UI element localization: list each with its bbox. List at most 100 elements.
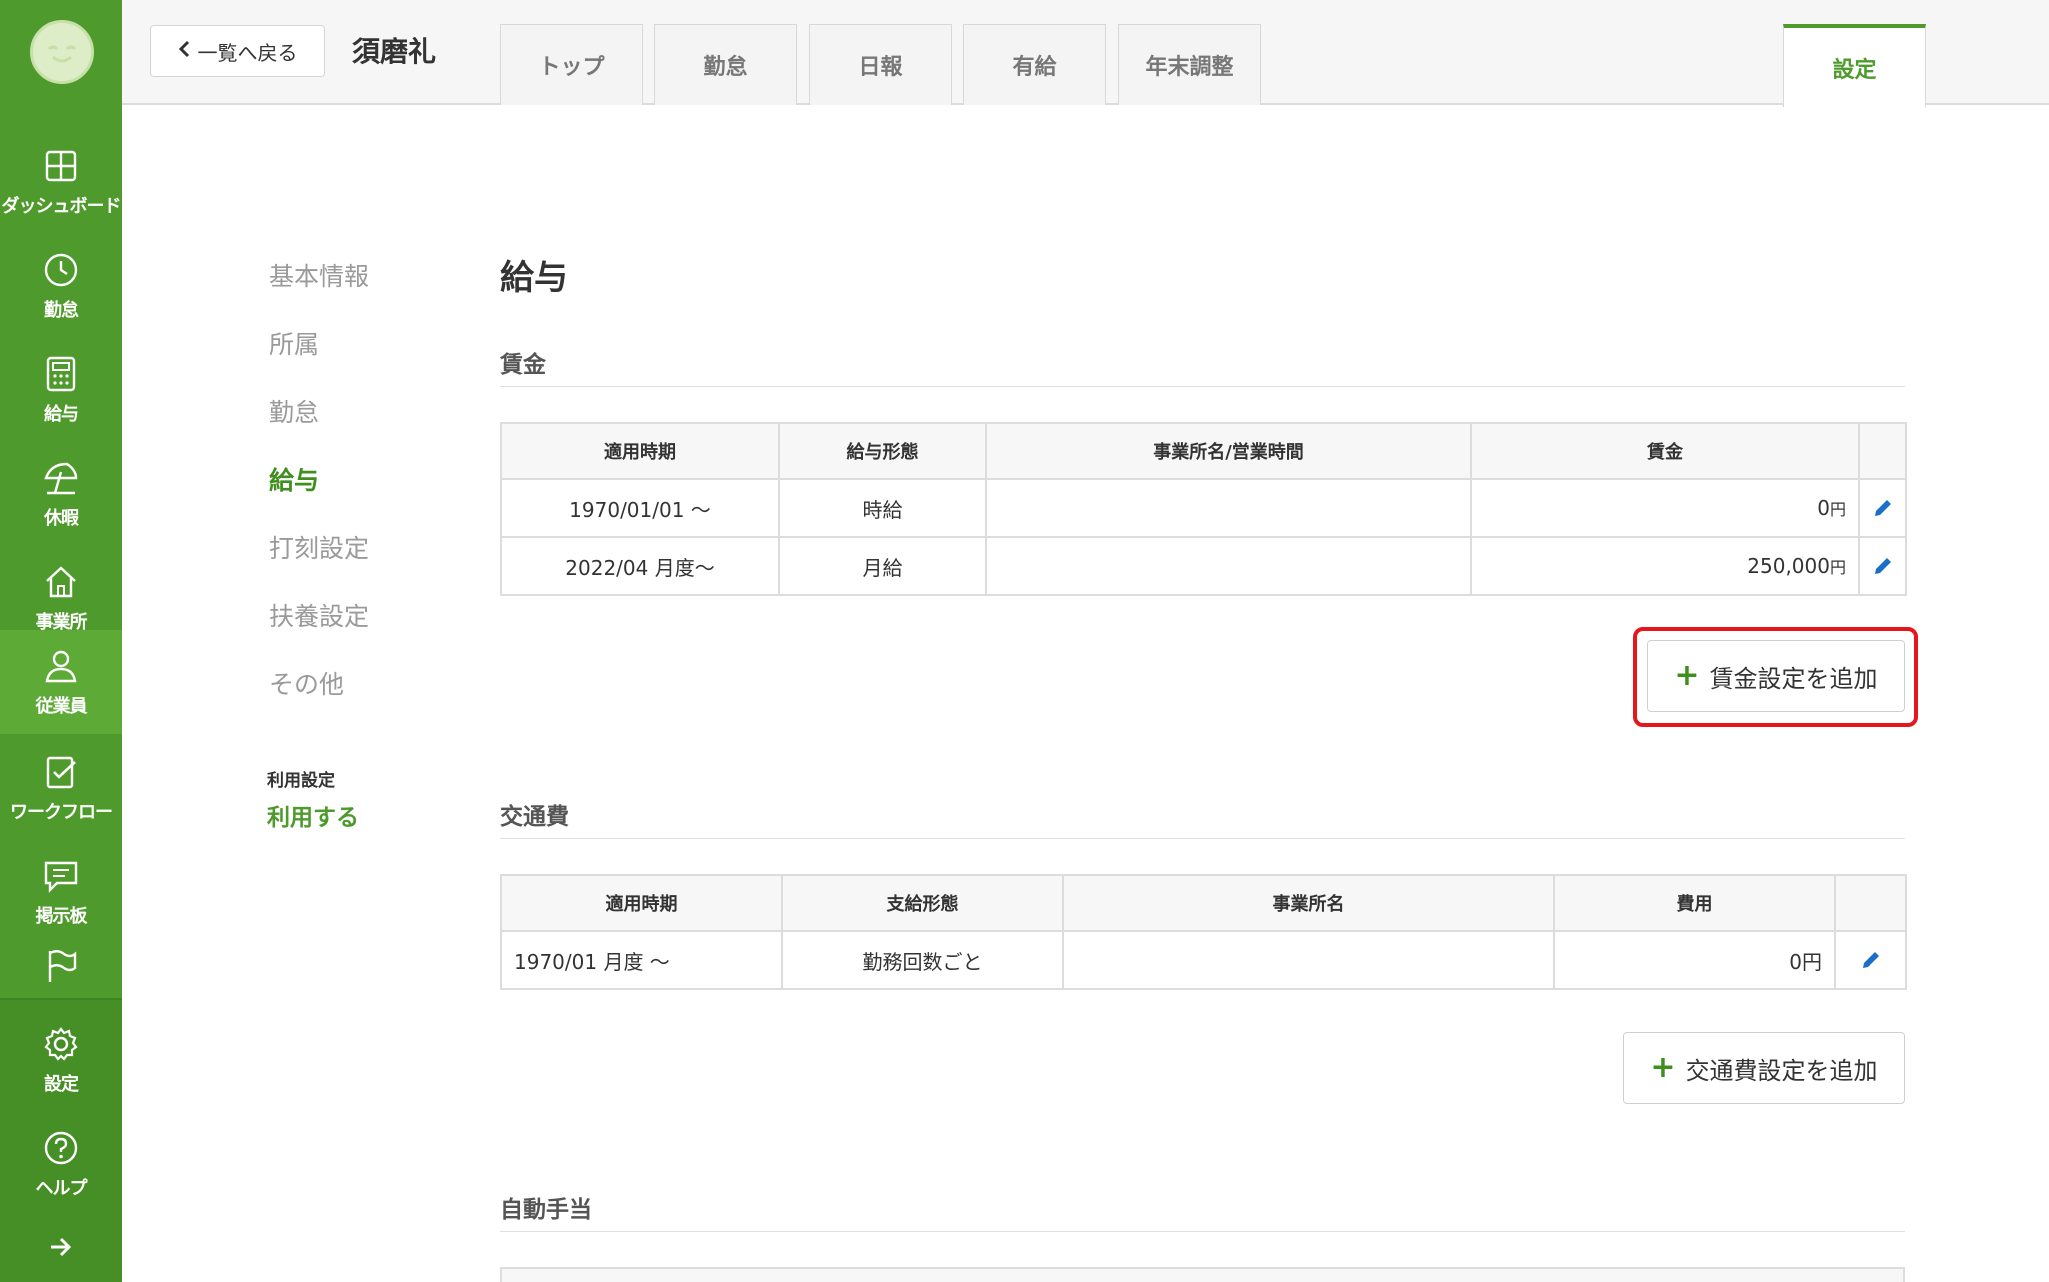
rail-item-leave[interactable]: 休暇 (0, 442, 122, 546)
amount-unit: 円 (1829, 500, 1846, 519)
rail-label: ダッシュボード (1, 196, 122, 217)
rail-item-workflow[interactable]: ワークフロー (0, 736, 122, 840)
chevron-left-icon (178, 39, 190, 63)
subnav-other[interactable]: その他 (269, 665, 344, 701)
amount-value: 0 (1817, 496, 1830, 520)
rail-item-payroll[interactable]: 給与 (0, 338, 122, 442)
employee-name: 須磨礼 (352, 35, 437, 68)
wage-table: 適用時期 給与形態 事業所名/営業時間 賃金 1970/01/01 〜 時給 0… (500, 422, 1907, 596)
usage-setting-label: 利用設定 (267, 771, 335, 791)
arrow-right-icon (41, 1227, 81, 1267)
calculator-icon (41, 354, 81, 394)
allowance-table-top (500, 1267, 1905, 1282)
house-icon (41, 562, 81, 602)
clock-icon (41, 250, 81, 290)
tab-paid-leave[interactable]: 有給 (963, 24, 1106, 105)
chat-icon (41, 856, 81, 896)
table-header-row: 適用時期 支給形態 事業所名 費用 (500, 874, 1907, 932)
page-title: 給与 (500, 258, 568, 298)
edit-cell (1858, 536, 1907, 596)
edit-pencil-icon[interactable] (1837, 949, 1904, 971)
clipboard-check-icon (41, 752, 81, 792)
column-header: 適用時期 (500, 874, 783, 932)
person-icon (41, 646, 81, 686)
rail-item-employees[interactable]: 従業員 (0, 630, 122, 734)
add-transport-setting-button[interactable]: + 交通費設定を追加 (1623, 1032, 1905, 1104)
transport-section-title: 交通費 (500, 804, 569, 830)
allowance-section-title: 自動手当 (500, 1197, 592, 1223)
office-cell (985, 478, 1472, 538)
add-transport-label: 交通費設定を追加 (1685, 1056, 1878, 1085)
table-row: 2022/04 月度〜 月給 250,000円 (500, 536, 1907, 596)
back-label: 一覧へ戻る (197, 40, 298, 65)
transport-table: 適用時期 支給形態 事業所名 費用 1970/01 月度 〜 勤務回数ごと 0円 (500, 874, 1907, 990)
edit-pencil-icon[interactable] (1861, 497, 1904, 519)
amount-value: 250,000 (1747, 554, 1830, 578)
wage-section-title: 賃金 (500, 352, 546, 378)
gear-icon (41, 1024, 81, 1064)
amount-cell: 0円 (1553, 930, 1836, 990)
edit-cell (1834, 930, 1907, 990)
tab-top[interactable]: トップ (500, 24, 643, 105)
column-header: 支給形態 (781, 874, 1064, 932)
column-header-actions (1834, 874, 1907, 932)
subnav-payroll[interactable]: 給与 (269, 461, 319, 497)
back-to-list-button[interactable]: 一覧へ戻る (150, 25, 325, 77)
dashboard-icon (41, 146, 81, 186)
rail-item-settings[interactable]: 設定 (0, 1008, 122, 1112)
help-icon (41, 1128, 81, 1168)
column-header: 費用 (1553, 874, 1836, 932)
amount-cell: 250,000円 (1470, 536, 1860, 596)
table-row: 1970/01 月度 〜 勤務回数ごと 0円 (500, 930, 1907, 990)
subnav-dependents[interactable]: 扶養設定 (269, 597, 369, 633)
subnav-attendance[interactable]: 勤怠 (269, 393, 319, 429)
tab-daily-report[interactable]: 日報 (809, 24, 952, 105)
subnav-affiliation[interactable]: 所属 (269, 325, 319, 361)
parasol-icon (41, 458, 81, 498)
subnav-basic-info[interactable]: 基本情報 (269, 257, 369, 293)
section-divider (500, 1231, 1905, 1232)
rail-item-dashboard[interactable]: ダッシュボード (0, 130, 122, 234)
column-header: 賃金 (1470, 422, 1860, 480)
highlight-box (1633, 627, 1918, 727)
rail-expand-button[interactable] (0, 1222, 122, 1272)
rail-label: 設定 (44, 1074, 79, 1095)
tab-year-end-adjustment[interactable]: 年末調整 (1118, 24, 1261, 105)
table-row: 1970/01/01 〜 時給 0円 (500, 478, 1907, 538)
rail-item-flag[interactable] (0, 936, 122, 996)
rail-label: ヘルプ (35, 1178, 88, 1199)
section-divider (500, 386, 1905, 387)
rail-label: 掲示板 (35, 906, 88, 927)
rail-label: 勤怠 (44, 300, 79, 321)
rail-item-attendance[interactable]: 勤怠 (0, 234, 122, 338)
tab-attendance[interactable]: 勤怠 (654, 24, 797, 105)
rail-item-help[interactable]: ヘルプ (0, 1112, 122, 1216)
column-header: 事業所名 (1062, 874, 1555, 932)
usage-setting-value[interactable]: 利用する (267, 798, 359, 832)
smiley-icon (47, 45, 77, 63)
rail-label: 従業員 (35, 696, 88, 717)
section-divider (500, 838, 1905, 839)
edit-cell (1858, 478, 1907, 538)
rail-label: 給与 (44, 404, 79, 425)
tab-settings[interactable]: 設定 (1783, 24, 1926, 107)
subnav-clock-settings[interactable]: 打刻設定 (269, 529, 369, 565)
rail-label: 休暇 (44, 508, 79, 529)
app-logo[interactable] (30, 20, 94, 84)
rail-item-board[interactable]: 掲示板 (0, 840, 122, 944)
office-cell (1062, 930, 1555, 990)
column-header: 適用時期 (500, 422, 780, 480)
column-header-actions (1858, 422, 1907, 480)
period-cell: 1970/01/01 〜 (500, 478, 780, 538)
flag-icon (41, 946, 81, 986)
edit-pencil-icon[interactable] (1861, 555, 1904, 577)
column-header: 給与形態 (778, 422, 987, 480)
plus-icon: + (1650, 1050, 1676, 1085)
table-header-row: 適用時期 給与形態 事業所名/営業時間 賃金 (500, 422, 1907, 480)
pay-type-cell: 月給 (778, 536, 987, 596)
period-cell: 1970/01 月度 〜 (500, 930, 783, 990)
office-cell (985, 536, 1472, 596)
pay-type-cell: 勤務回数ごと (781, 930, 1064, 990)
amount-unit: 円 (1829, 558, 1846, 577)
column-header: 事業所名/営業時間 (985, 422, 1472, 480)
